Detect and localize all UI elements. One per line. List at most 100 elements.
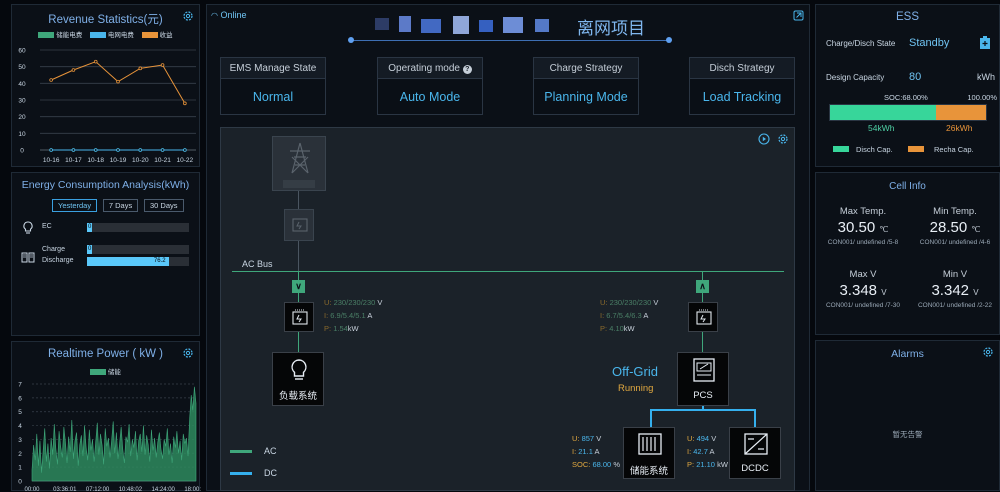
y-tick-label: 2 [18,451,22,458]
alarms-panel: Alarms 暂无告警 [815,340,1000,491]
data-point [160,148,165,152]
box-value: Normal [252,90,294,104]
data-point [183,148,187,152]
disch-value: 54kWh [868,123,895,133]
ec-bar: 0 [87,223,189,232]
tab-7-days[interactable]: 7 Days [102,199,139,212]
load-label: 负载系统 [278,391,317,402]
grid-node [272,136,326,191]
question-icon[interactable]: ? [462,65,472,74]
grid-line [298,191,299,209]
transmission-tower-icon [290,142,310,174]
charge-label: Charge [42,246,65,253]
box-title: EMS Manage State [221,58,325,79]
energy-title: Energy Consumption Analysis(kWh) [21,179,190,191]
dcdc-converter-icon [744,433,768,455]
load-system-node[interactable]: 负载系统 [272,352,324,406]
y-tick-label: 10 [18,131,26,138]
up-arrow-icon: ∧ [696,280,709,293]
data-point [49,148,53,152]
lightbulb-icon [291,359,307,380]
dcdc-readout: U: 494 V I: 42.7 A P: 21.10 kW [687,434,728,469]
play-icon[interactable] [758,133,770,145]
battery-icon [980,36,990,49]
x-tick-label: 10-17 [65,157,82,164]
gear-icon[interactable] [982,346,994,358]
max-voltage: Max V 3.348 V CON001/ undefined /7-30 [825,269,901,309]
data-point [71,148,76,152]
x-tick-label: 14:24:00 [152,487,176,492]
data-point [116,148,120,152]
soc-label: SOC:68.00% [884,93,928,102]
data-point [183,101,187,106]
data-point [160,63,165,67]
discharge-bar: 76.2 [87,257,189,266]
ec-bar-fill: 0 [87,223,92,232]
data-point [116,79,120,84]
legend-recha-label: Recha Cap. [934,145,974,154]
down-arrow-icon: ∨ [292,280,305,293]
project-header: 离网项目 [345,14,675,46]
expand-icon[interactable] [793,10,804,21]
dc-line [650,409,652,427]
dc-line [754,409,756,427]
y-tick-label: 5 [18,409,22,416]
dcdc-label: DCDC [741,463,769,474]
gear-icon[interactable] [182,347,194,359]
data-point [49,78,53,82]
legend-ac-swatch [230,450,252,453]
legend-dc-swatch [230,472,252,475]
series-area [31,386,197,482]
charge-bar: 0 [87,245,189,254]
tab-30-days[interactable]: 30 Days [144,199,184,212]
cap-label: Design Capacity [826,73,885,82]
data-point [138,66,143,71]
meter-icon [696,309,712,325]
legend-dc-label: DC [264,468,277,478]
gear-icon[interactable] [777,133,789,145]
lightbulb-icon [23,221,33,234]
recha-value: 26kWh [946,123,973,133]
legend-ac-label: AC [264,446,277,456]
x-tick-label: 10-19 [110,157,127,164]
full-label: 100.00% [967,93,997,102]
discharge-label: Discharge [42,257,74,264]
y-tick-label: 20 [18,114,26,121]
soc-bar-fill [830,105,937,120]
offgrid-label: Off-Grid [612,364,658,379]
energy-tabs: Yesterday 7 Days 30 Days [52,199,187,212]
header-dot-right [666,37,672,43]
grid-meter-node [284,209,314,241]
min-temp: Min Temp. 28.50 ℃ CON001/ undefined /4-6 [919,206,991,246]
meter-icon [292,309,308,325]
energy-panel: Energy Consumption Analysis(kWh) Yesterd… [11,172,200,336]
box-value: Planning Mode [544,90,628,104]
left-meter-readout: U: 230/230/230 V I: 6.9/5.4/5.1 A P: 1.5… [324,298,383,333]
storage-system-node[interactable]: 储能系统 [623,427,675,479]
right-meter-node [688,302,718,332]
header-line [353,40,667,41]
online-text: Online [220,10,247,20]
realtime-title: Realtime Power ( kW ) [47,348,164,360]
x-tick-label: 10-22 [177,157,194,164]
min-voltage: Min V 3.342 V CON001/ undefined /2-22 [917,269,993,309]
tab-yesterday[interactable]: Yesterday [52,199,98,212]
box-title: Disch Strategy [690,58,794,79]
pcs-node[interactable]: PCS [677,352,729,406]
cell-info-panel: Cell Info Max Temp. 30.50 ℃ CON001/ unde… [815,172,1000,335]
soc-bar [829,104,987,121]
data-point [71,68,76,72]
realtime-chart: 7 6 5 4 3 2 1 000:00 03:36:01 07:12:00 10:48:02 14:… [18,382,201,492]
alarms-title: Alarms [891,348,924,360]
revenue-title: Revenue Statistics(元) [48,14,163,26]
y-tick-label: 0 [18,479,22,486]
gear-icon[interactable] [182,10,194,22]
y-tick-label: 4 [18,423,22,430]
box-value: Auto Mode [399,90,461,104]
dcdc-node[interactable]: DCDC [729,427,781,479]
storage-label: 储能系统 [629,466,668,477]
y-tick-label: 50 [18,64,26,71]
data-point [138,148,143,152]
legend-swatch [90,369,107,376]
y-tick-label: 40 [18,81,26,88]
